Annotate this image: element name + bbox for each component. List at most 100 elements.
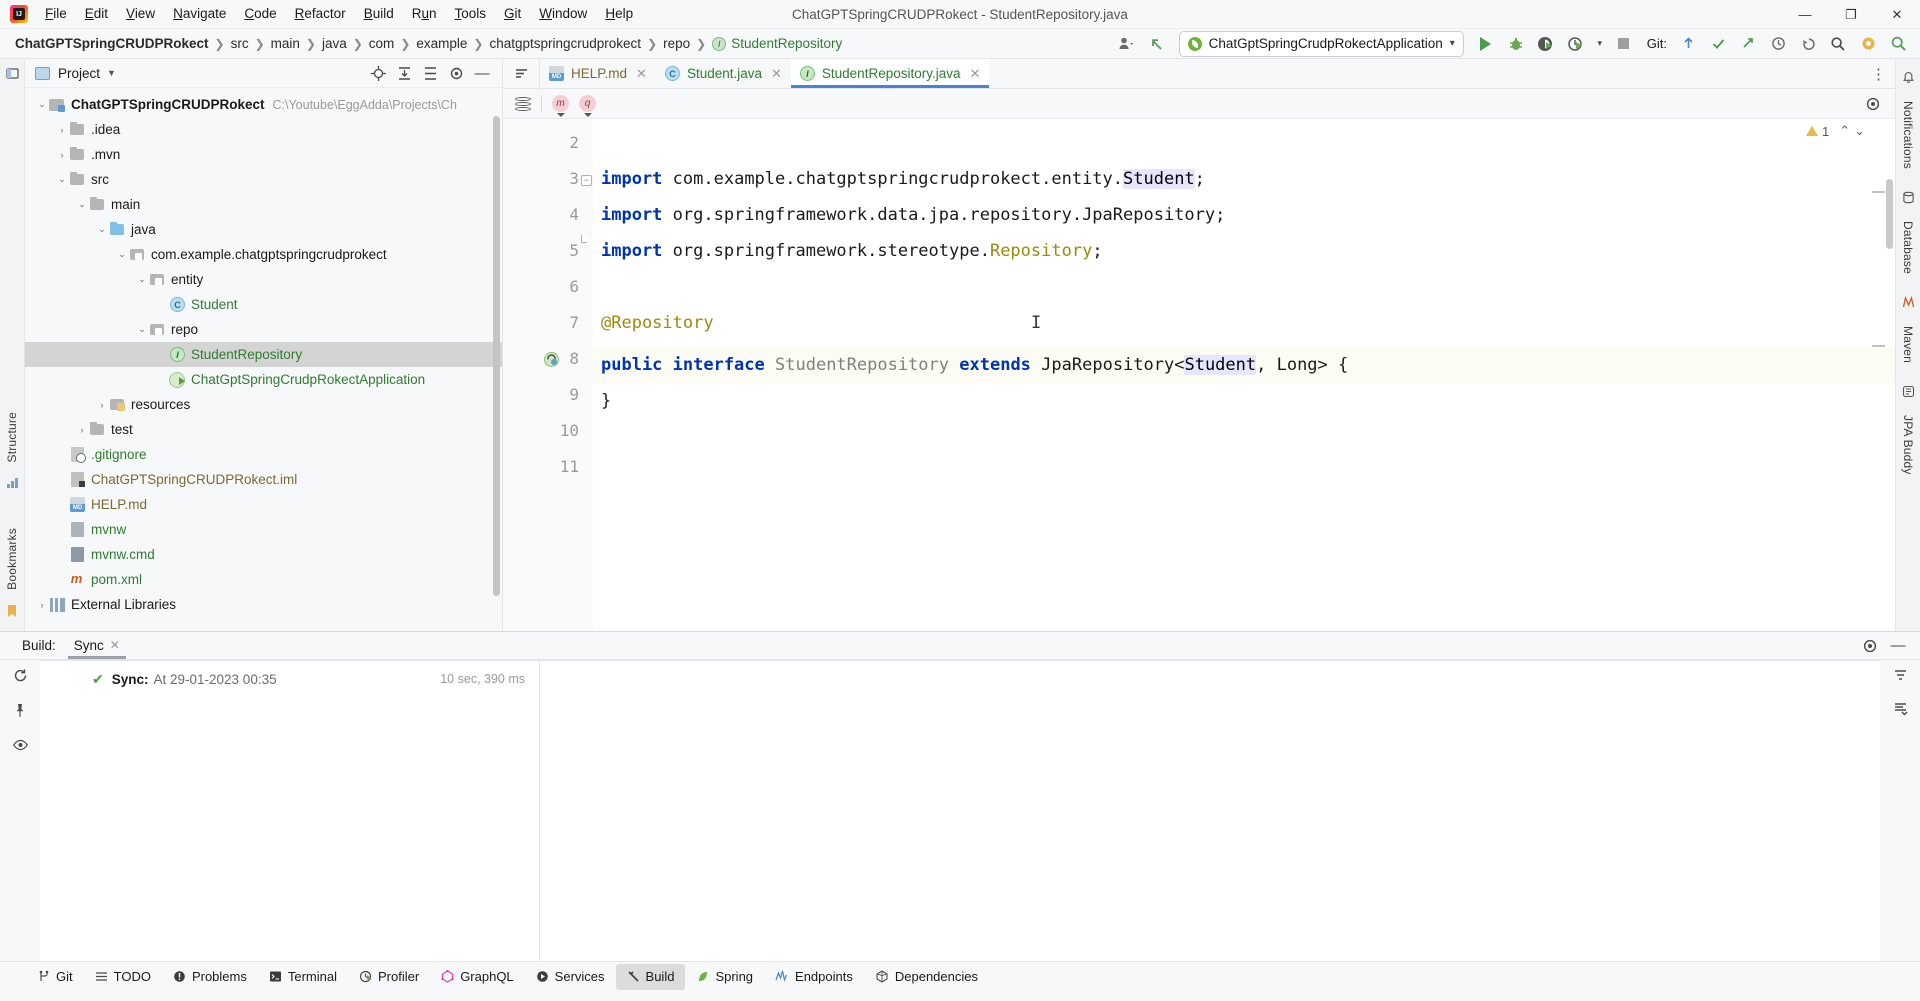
status-bar-button-services[interactable]: Services: [525, 964, 616, 990]
tree-item-com-example-chatgptspringcrudprokect[interactable]: ⌄ com.example.chatgptspringcrudprokect: [25, 242, 502, 267]
rail-notifications-label[interactable]: Notifications: [1901, 93, 1915, 177]
tree-expand-arrow-icon[interactable]: ⌄: [115, 249, 129, 260]
bookmark-icon[interactable]: [6, 604, 18, 621]
back-arrow-icon[interactable]: [1143, 31, 1171, 57]
profiler-dropdown-icon[interactable]: ▾: [1592, 31, 1608, 57]
settings-gear-icon[interactable]: [1861, 92, 1885, 116]
menu-tools[interactable]: Tools: [446, 3, 496, 25]
filter-icon[interactable]: [1893, 668, 1908, 687]
tree-item-mvn[interactable]: › .mvn: [25, 142, 502, 167]
status-bar-button-profiler[interactable]: Profiler: [348, 964, 430, 990]
build-tree-row-sync[interactable]: ✔ Sync: At 29-01-2023 00:35 10 sec, 390 …: [40, 667, 539, 691]
history-icon[interactable]: [1764, 31, 1792, 57]
rail-structure-label[interactable]: Structure: [5, 404, 19, 471]
menu-edit[interactable]: Edit: [76, 3, 117, 25]
rerun-icon[interactable]: [13, 668, 28, 687]
chevron-down-icon[interactable]: ⌄: [1854, 123, 1865, 139]
close-icon[interactable]: ✕: [110, 632, 120, 659]
tree-item-mvnw-cmd[interactable]: mvnw.cmd: [25, 542, 502, 567]
commit-button[interactable]: [1704, 31, 1732, 57]
close-icon[interactable]: ✕: [970, 66, 981, 82]
sort-tabs-icon[interactable]: [509, 62, 533, 86]
menu-navigate[interactable]: Navigate: [164, 3, 235, 25]
menu-help[interactable]: Help: [596, 3, 642, 25]
tree-item-studentrepository[interactable]: I StudentRepository: [25, 342, 502, 367]
close-button[interactable]: ✕: [1874, 0, 1920, 29]
tree-expand-arrow-icon[interactable]: ›: [55, 150, 69, 160]
tree-item-external-libraries[interactable]: › External Libraries: [25, 592, 502, 617]
status-bar-button-dependencies[interactable]: Dependencies: [864, 964, 989, 990]
menu-run[interactable]: Run: [403, 3, 446, 25]
breadcrumb-item-package[interactable]: chatgptspringcrudprokect: [484, 35, 646, 52]
tree-expand-arrow-icon[interactable]: ⌄: [95, 224, 109, 235]
settings-gear-icon[interactable]: [1858, 634, 1882, 658]
menu-code[interactable]: Code: [235, 3, 285, 25]
tree-item-gitignore[interactable]: .gitignore: [25, 442, 502, 467]
breadcrumb-item-src[interactable]: src: [226, 35, 254, 52]
breadcrumb-item-java[interactable]: java: [317, 35, 352, 52]
chevron-up-icon[interactable]: ⌃: [1839, 123, 1850, 139]
tree-expand-arrow-icon[interactable]: ›: [35, 600, 49, 610]
breadcrumb-item-main[interactable]: main: [266, 35, 305, 52]
code-content[interactable]: import com.example.chatgptspringcrudprok…: [593, 119, 1895, 631]
editor-gutter[interactable]: 2 3 4 5 6 7 8 9 10 11 −: [503, 119, 593, 631]
tree-item-java[interactable]: ⌄ java: [25, 217, 502, 242]
pin-icon[interactable]: [13, 703, 27, 722]
tree-item-student[interactable]: C Student: [25, 292, 502, 317]
tree-item-entity[interactable]: ⌄ entity: [25, 267, 502, 292]
search-icon[interactable]: [1824, 31, 1852, 57]
rail-bookmarks-label[interactable]: Bookmarks: [5, 520, 19, 598]
tab-student-java[interactable]: C Student.java ✕: [656, 59, 791, 88]
sidebar-scrollbar[interactable]: [493, 116, 500, 596]
menu-build[interactable]: Build: [355, 3, 403, 25]
project-rail-icon[interactable]: [5, 67, 19, 83]
status-bar-button-build[interactable]: Build: [615, 963, 686, 990]
tree-item-chatgptspringcrudprokectapplication[interactable]: ChatGptSpringCrudpRokectApplication: [25, 367, 502, 392]
run-configuration-selector[interactable]: ChatGptSpringCrudpRokectApplication ▾: [1178, 30, 1464, 57]
tree-expand-arrow-icon[interactable]: ›: [95, 400, 109, 410]
tree-expand-arrow-icon[interactable]: ⌄: [135, 274, 149, 285]
collapse-all-icon[interactable]: [418, 61, 442, 85]
close-icon[interactable]: ✕: [771, 66, 782, 82]
settings-gear-icon[interactable]: [1854, 31, 1882, 57]
menu-window[interactable]: Window: [530, 3, 596, 25]
tree-item-main[interactable]: ⌄ main: [25, 192, 502, 217]
menu-view[interactable]: View: [117, 3, 164, 25]
jpa-buddy-icon[interactable]: [1902, 385, 1915, 401]
debug-button[interactable]: [1502, 31, 1530, 57]
search-everywhere-icon[interactable]: [1884, 31, 1912, 57]
hide-icon[interactable]: —: [470, 61, 494, 85]
maximize-button[interactable]: ❐: [1828, 0, 1874, 29]
status-bar-button-problems[interactable]: Problems: [162, 964, 258, 990]
status-bar-button-terminal[interactable]: Terminal: [258, 964, 348, 990]
update-project-button[interactable]: [1674, 31, 1702, 57]
status-bar-button-git[interactable]: Git: [26, 964, 84, 990]
tree-expand-arrow-icon[interactable]: ⌄: [35, 99, 49, 110]
build-tab-sync[interactable]: Sync ✕: [67, 632, 126, 659]
jpa-entity-icon[interactable]: m: [552, 95, 569, 117]
inspection-widget[interactable]: 1 ⌃ ⌄: [1805, 123, 1865, 139]
profiler-button[interactable]: [1562, 31, 1590, 57]
status-bar-button-todo[interactable]: TODO: [84, 964, 162, 990]
hide-icon[interactable]: —: [1886, 634, 1910, 658]
menu-refactor[interactable]: Refactor: [286, 3, 355, 25]
rail-maven-label[interactable]: Maven: [1901, 318, 1915, 371]
project-tree[interactable]: ⌄ ChatGPTSpringCRUDPRokect C:\Youtube\EggA…: [25, 88, 502, 631]
tree-item-resources[interactable]: › resources: [25, 392, 502, 417]
status-bar-button-endpoints[interactable]: Endpoints: [764, 964, 864, 990]
tree-expand-arrow-icon[interactable]: ›: [75, 425, 89, 435]
tree-item-test[interactable]: › test: [25, 417, 502, 442]
more-options-icon[interactable]: ⋮: [1871, 65, 1887, 83]
sort-icon[interactable]: [1893, 701, 1908, 720]
database-icon[interactable]: [1902, 191, 1915, 207]
menu-git[interactable]: Git: [495, 3, 530, 25]
menu-file[interactable]: File: [36, 3, 76, 25]
locate-icon[interactable]: [366, 61, 390, 85]
tree-item-repo[interactable]: ⌄ repo: [25, 317, 502, 342]
close-icon[interactable]: ✕: [636, 66, 647, 82]
build-output-tree[interactable]: ✔ Sync: At 29-01-2023 00:35 10 sec, 390 …: [40, 660, 540, 961]
breadcrumb-item-repo[interactable]: repo: [658, 35, 695, 52]
status-bar-button-graphql[interactable]: GraphQL: [430, 964, 524, 990]
notifications-bell-icon[interactable]: [1902, 71, 1915, 87]
tree-item-chatgptspringcrudprokect[interactable]: ⌄ ChatGPTSpringCRUDPRokect C:\Youtube\EggA…: [25, 92, 502, 117]
